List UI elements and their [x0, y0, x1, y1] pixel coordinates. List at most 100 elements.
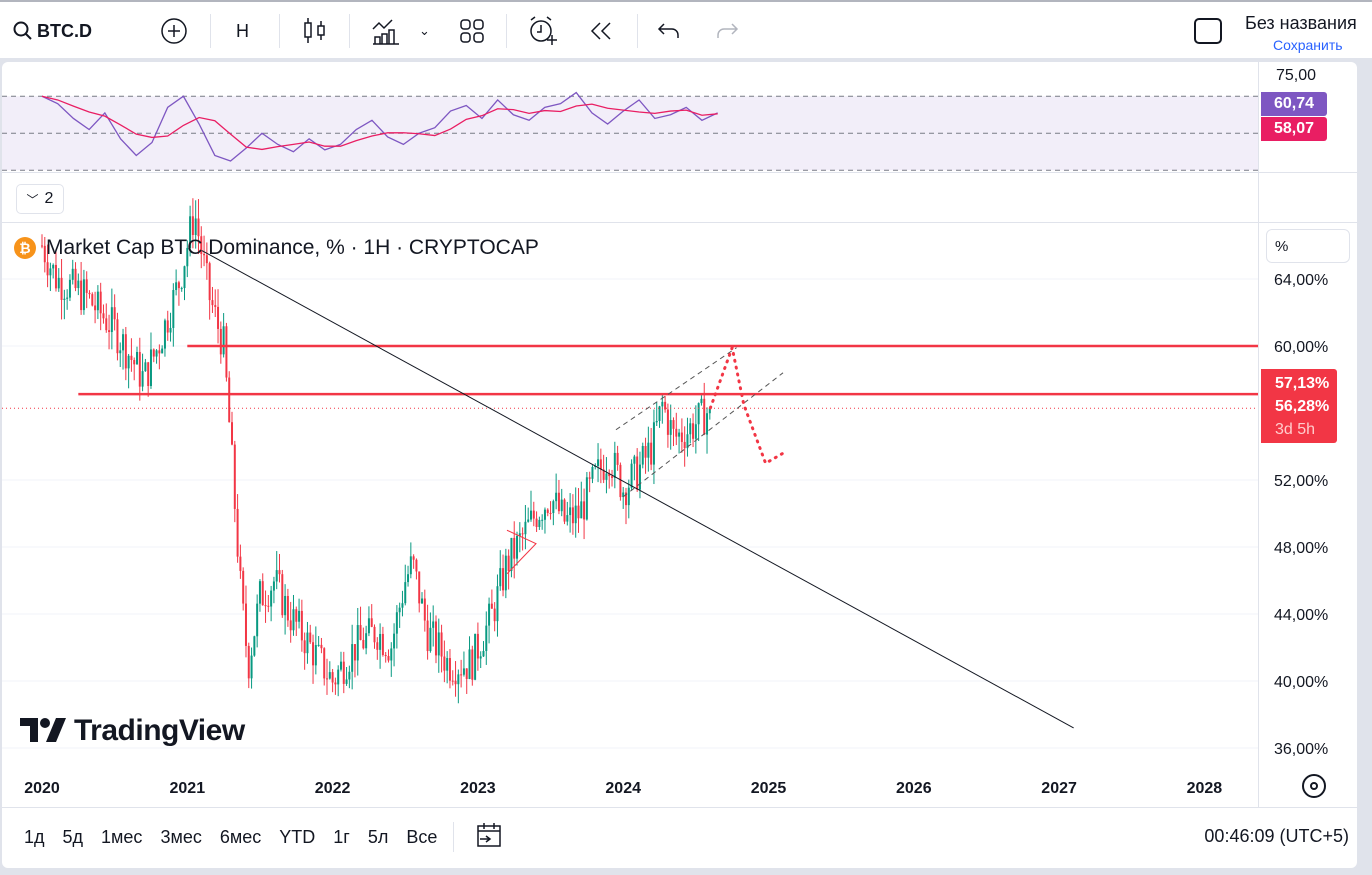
range-button[interactable]: 5л	[368, 827, 389, 848]
candle-body	[552, 501, 555, 514]
pane-divider[interactable]	[2, 222, 1357, 223]
candle-body	[116, 319, 119, 354]
candle-body	[446, 658, 449, 671]
chevron-down-icon[interactable]: ⌄	[419, 23, 430, 39]
candle-body	[597, 459, 600, 467]
trend-line[interactable]	[201, 250, 1074, 729]
pane-collapse-button[interactable]: ﹀ 2	[16, 184, 64, 214]
save-link[interactable]: Сохранить	[1273, 37, 1343, 53]
candle-body	[233, 444, 236, 509]
candle-body	[482, 650, 485, 657]
candle-body	[605, 473, 608, 480]
candle-body	[680, 432, 683, 442]
candle-body	[323, 648, 326, 679]
compare-button[interactable]	[160, 16, 188, 46]
candle-body	[638, 464, 641, 490]
candle-body	[412, 556, 415, 560]
gear-icon	[1310, 782, 1318, 790]
axis-settings-button[interactable]	[1302, 774, 1326, 798]
layout-toggle[interactable]	[1194, 16, 1222, 46]
candle-body	[155, 350, 158, 357]
candle-body	[242, 570, 245, 604]
candle-body	[370, 618, 373, 627]
range-button[interactable]: 1мес	[101, 827, 142, 848]
replay-button[interactable]	[588, 16, 614, 46]
legend-title[interactable]: Market Cap BTC Dominance, % · 1H · CRYPT…	[46, 236, 539, 260]
candle-body	[541, 519, 544, 521]
indicators-button[interactable]: ⌄	[371, 16, 430, 46]
range-button[interactable]: YTD	[279, 827, 315, 848]
interval-button[interactable]: H	[236, 16, 249, 46]
candle-body	[591, 467, 594, 479]
candle-body	[264, 605, 267, 607]
candle-body	[102, 313, 105, 319]
chart-area[interactable]: 64,00% 60,00% 52,00% 48,00% 44,00% 40,00% 36,0…	[2, 62, 1357, 868]
candle-body	[451, 680, 454, 682]
candle-body	[367, 618, 370, 634]
candle-body	[108, 330, 111, 333]
candle-body	[345, 679, 348, 684]
candle-body	[306, 632, 309, 654]
layouts-button[interactable]	[458, 16, 486, 46]
candle-body	[407, 574, 410, 583]
layout-title[interactable]: Без названия	[1245, 13, 1357, 34]
candle-body	[71, 268, 74, 280]
date-range-button[interactable]	[474, 820, 504, 855]
y-tick-label: 60,00%	[1274, 339, 1328, 356]
candle-body	[387, 656, 390, 661]
channel-lower[interactable]	[622, 372, 784, 498]
candle-body	[510, 537, 513, 571]
candle-body	[535, 518, 538, 527]
candle-body	[434, 621, 437, 656]
chart-type-button[interactable]	[302, 16, 328, 46]
pane-count: 2	[44, 190, 54, 207]
alert-button[interactable]	[527, 16, 559, 46]
clock[interactable]: 00:46:09 (UTC+5)	[1204, 826, 1349, 847]
y-tick-label: 64,00%	[1274, 272, 1328, 289]
pane-divider[interactable]	[2, 172, 1357, 173]
separator	[453, 822, 455, 852]
candle-body	[543, 509, 546, 520]
candle-body	[353, 644, 356, 661]
range-button[interactable]: 6мес	[220, 827, 261, 848]
candle-body	[54, 264, 57, 289]
range-button[interactable]: 3мес	[160, 827, 201, 848]
candle-body	[669, 420, 672, 435]
candle-body	[465, 668, 468, 679]
candle-body	[144, 362, 147, 372]
rsi-value-badge: 60,74	[1261, 92, 1327, 116]
candle-body	[298, 610, 301, 622]
range-button[interactable]: 1д	[24, 827, 45, 848]
candle-body	[437, 632, 440, 656]
candle-body	[376, 642, 379, 650]
candle-body	[328, 672, 331, 679]
candle-body	[88, 292, 91, 295]
candle-body	[228, 377, 231, 423]
candle-body	[384, 654, 387, 657]
candle-body	[191, 216, 194, 235]
candle-body	[119, 350, 122, 354]
calendar-icon	[477, 822, 502, 847]
range-button[interactable]: Все	[406, 827, 437, 848]
symbol-search[interactable]: BTC.D	[12, 16, 92, 46]
candle-body	[256, 603, 259, 637]
candle-body	[390, 648, 393, 661]
candle-body	[194, 218, 197, 235]
undo-button[interactable]	[656, 16, 682, 46]
y-tick-label: 52,00%	[1274, 473, 1328, 490]
candle-body	[502, 568, 505, 591]
redo-button[interactable]	[714, 16, 740, 46]
range-button[interactable]: 1г	[333, 827, 350, 848]
candle-body	[664, 401, 667, 410]
candle-body	[147, 362, 150, 387]
scale-unit-button[interactable]: %	[1266, 229, 1350, 263]
candle-body	[365, 633, 368, 649]
candle-body	[697, 403, 700, 425]
candle-body	[644, 446, 647, 458]
projection-path[interactable]	[708, 342, 785, 466]
candles-icon	[304, 18, 325, 43]
candle-body	[555, 492, 558, 502]
candle-body	[158, 350, 161, 354]
range-button[interactable]: 5д	[63, 827, 84, 848]
candle-body	[113, 307, 116, 320]
